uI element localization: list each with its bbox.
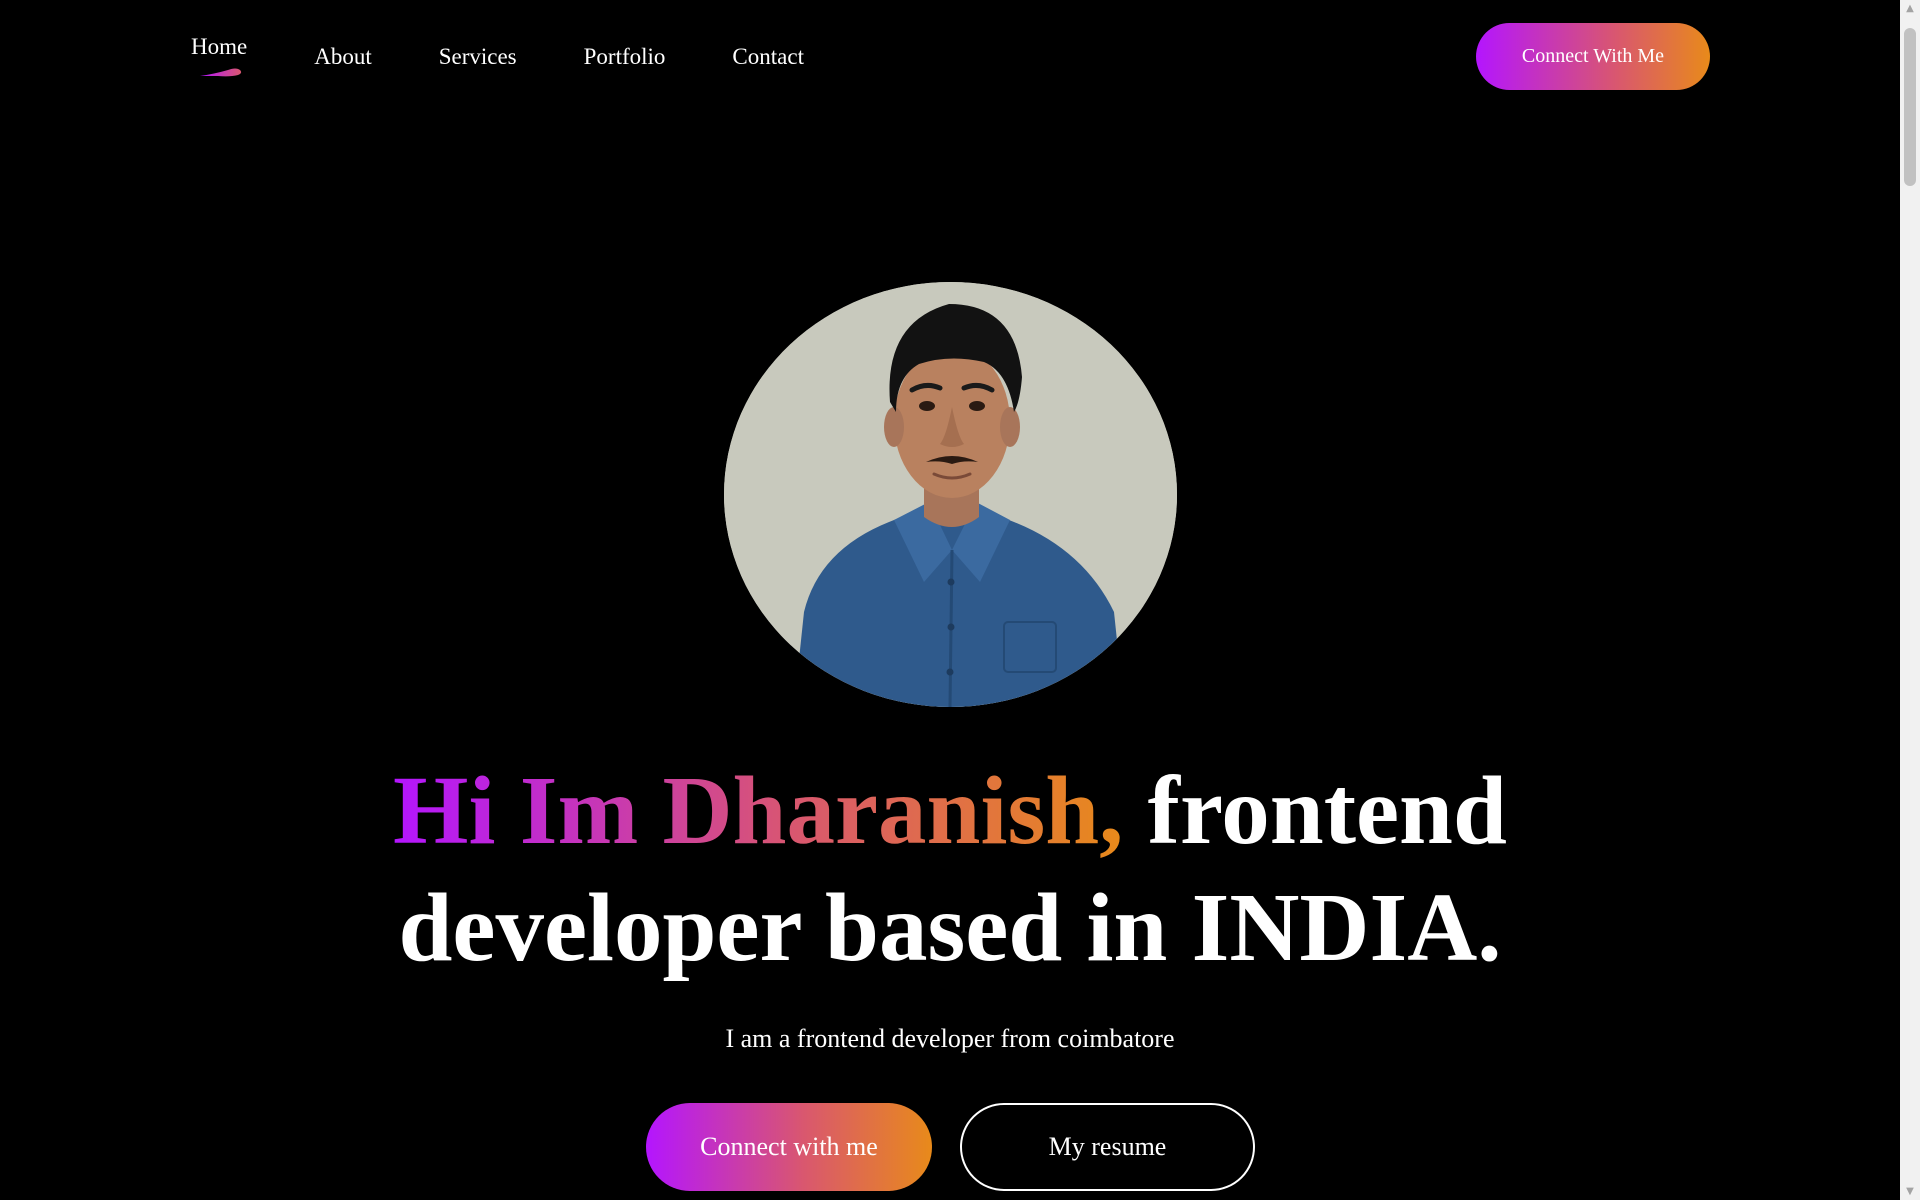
nav-item-services[interactable]: Services: [439, 33, 517, 68]
headline-name-highlight: Hi Im Dharanish,: [393, 757, 1124, 864]
nav-item-label: Contact: [732, 44, 804, 69]
nav-item-contact[interactable]: Contact: [732, 33, 804, 68]
nav-item-about[interactable]: About: [314, 33, 372, 68]
triangle-down-icon[interactable]: ▼: [1900, 1183, 1920, 1200]
nav-menu: Home About Services Portfolio Contact: [191, 33, 871, 77]
hero-subtitle: I am a frontend developer from coimbator…: [725, 1024, 1175, 1053]
nav-item-portfolio[interactable]: Portfolio: [584, 33, 666, 68]
nav-item-label: Home: [191, 34, 248, 59]
navbar: Home About Services Portfolio Contact Co…: [0, 0, 1900, 114]
headline-line2: developer based in INDIA.: [398, 874, 1502, 981]
hero-actions: Connect with me My resume: [646, 1103, 1255, 1191]
nav-item-label: Services: [438, 44, 517, 69]
profile-photo: [724, 282, 1177, 707]
triangle-up-icon[interactable]: ▲: [1900, 0, 1920, 17]
nav-item-label: About: [314, 44, 372, 69]
connect-with-me-button[interactable]: Connect with me: [646, 1103, 932, 1191]
hero-headline: Hi Im Dharanish, frontend developer base…: [0, 752, 1900, 986]
scrollbar-thumb[interactable]: [1904, 28, 1916, 186]
brush-stroke-underline-icon: [200, 68, 242, 77]
profile-photo-illustration: [724, 282, 1177, 707]
page: Home About Services Portfolio Contact Co…: [0, 0, 1920, 1200]
nav-item-label: Portfolio: [583, 44, 666, 69]
nav-item-home[interactable]: Home: [191, 33, 248, 77]
connect-with-me-nav-button[interactable]: Connect With Me: [1476, 23, 1710, 90]
headline-line1-rest: frontend: [1123, 757, 1507, 864]
vertical-scrollbar[interactable]: ▲ ▼: [1900, 0, 1920, 1200]
my-resume-button[interactable]: My resume: [960, 1103, 1255, 1191]
